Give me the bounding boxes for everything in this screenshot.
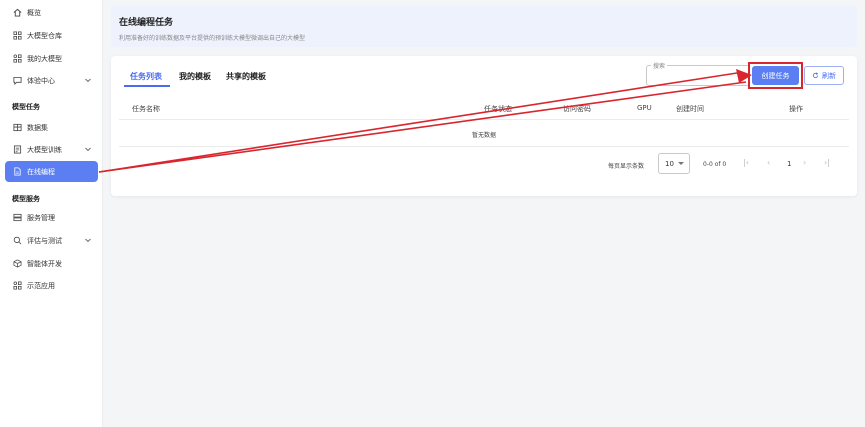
section-model-tasks: 模型任务: [12, 103, 40, 111]
home-icon: [12, 8, 22, 18]
table-icon: [12, 123, 22, 133]
column-header: GPU: [637, 104, 652, 112]
first-page-icon[interactable]: |‹: [743, 158, 749, 167]
chat-icon: [12, 76, 22, 86]
tab-active-indicator: [124, 85, 170, 87]
sidebar-item-label: 示范应用: [27, 281, 55, 290]
pagination-range: 0-0 of 0: [703, 161, 727, 168]
section-model-services: 模型服务: [12, 195, 40, 203]
refresh-button[interactable]: 刷新: [804, 66, 844, 85]
column-header: 创建时间: [676, 105, 704, 113]
refresh-icon: [812, 72, 819, 79]
sidebar-item-evaluation[interactable]: 评估与测试: [5, 230, 98, 251]
sidebar-item-label: 数据集: [27, 123, 48, 132]
column-header: 操作: [789, 105, 803, 113]
rows-per-page-value: 10: [665, 159, 674, 168]
apps-icon: [12, 281, 22, 291]
rows-per-page-select[interactable]: 10: [658, 153, 690, 174]
next-page-icon[interactable]: ›: [803, 158, 806, 167]
prev-page-icon[interactable]: ‹: [767, 158, 770, 167]
sidebar-item-experience[interactable]: 体验中心: [5, 70, 98, 91]
divider: [119, 119, 849, 120]
sidebar-item-agent-dev[interactable]: 智能体开发: [5, 253, 98, 274]
sidebar-item-training[interactable]: 大模型训练: [5, 139, 98, 160]
chevron-down-icon: [85, 238, 91, 243]
sidebar-item-label: 大模型仓库: [27, 31, 62, 40]
empty-state: 暂无数据: [471, 132, 496, 139]
search-label: 搜索: [651, 61, 668, 70]
sidebar-item-label: 智能体开发: [27, 259, 62, 268]
sidebar-item-overview[interactable]: 概览: [5, 2, 98, 23]
tab-shared-templates[interactable]: 共享的模板: [226, 71, 266, 82]
column-header: 访问密码: [563, 105, 591, 113]
sidebar-item-online-coding[interactable]: 在线编程: [5, 161, 98, 182]
cube-icon: [12, 259, 22, 269]
page-title: 在线编程任务: [119, 18, 174, 28]
tab-task-list[interactable]: 任务列表: [130, 71, 162, 82]
column-header: 任务名称: [132, 105, 160, 113]
sidebar-item-service-mgmt[interactable]: 服务管理: [5, 207, 98, 228]
document-icon: [12, 145, 22, 155]
highlight-box: [748, 62, 803, 89]
refresh-label: 刷新: [822, 71, 836, 80]
task-panel: 任务列表 我的模板 共享的模板 搜索 创建任务 刷新 任务名称 任务状态 访问密…: [111, 56, 857, 196]
tab-my-templates[interactable]: 我的模板: [179, 71, 211, 82]
sidebar-item-label: 评估与测试: [27, 236, 62, 245]
sidebar-item-label: 我的大模型: [27, 54, 62, 63]
caret-down-icon: [678, 162, 684, 165]
sidebar-item-label: 服务管理: [27, 213, 55, 222]
last-page-icon[interactable]: ›|: [824, 158, 830, 167]
apps-icon: [12, 54, 22, 64]
sidebar-item-datasets[interactable]: 数据集: [5, 117, 98, 138]
sidebar-item-my-models[interactable]: 我的大模型: [5, 48, 98, 69]
sidebar-item-demo-apps[interactable]: 示范应用: [5, 275, 98, 296]
sidebar-item-label: 概览: [27, 8, 41, 17]
sidebar-item-label: 大模型训练: [27, 145, 62, 154]
file-icon: [12, 167, 22, 177]
sidebar-item-label: 在线编程: [27, 167, 55, 176]
divider: [119, 146, 849, 147]
rows-per-page-label: 每页显示条数: [608, 163, 645, 170]
page-subtitle: 利用准备好的训练数据及平台提供的预训练大模型微调出自己的大模型: [119, 35, 306, 42]
sidebar-item-model-repo[interactable]: 大模型仓库: [5, 25, 98, 46]
column-header: 任务状态: [484, 105, 512, 113]
chevron-down-icon: [85, 78, 91, 83]
sidebar: 概览 大模型仓库 我的大模型 体验中心 模型任务 数据集 大模型训练 在线编程 …: [0, 0, 103, 427]
sidebar-item-label: 体验中心: [27, 76, 55, 85]
grid-icon: [12, 31, 22, 41]
current-page: 1: [787, 160, 792, 168]
server-icon: [12, 213, 22, 223]
app-root: 概览 大模型仓库 我的大模型 体验中心 模型任务 数据集 大模型训练 在线编程 …: [0, 0, 865, 427]
search-chart-icon: [12, 236, 22, 246]
chevron-down-icon: [85, 147, 91, 152]
page-header: 在线编程任务 利用准备好的训练数据及平台提供的预训练大模型微调出自己的大模型: [111, 6, 857, 47]
